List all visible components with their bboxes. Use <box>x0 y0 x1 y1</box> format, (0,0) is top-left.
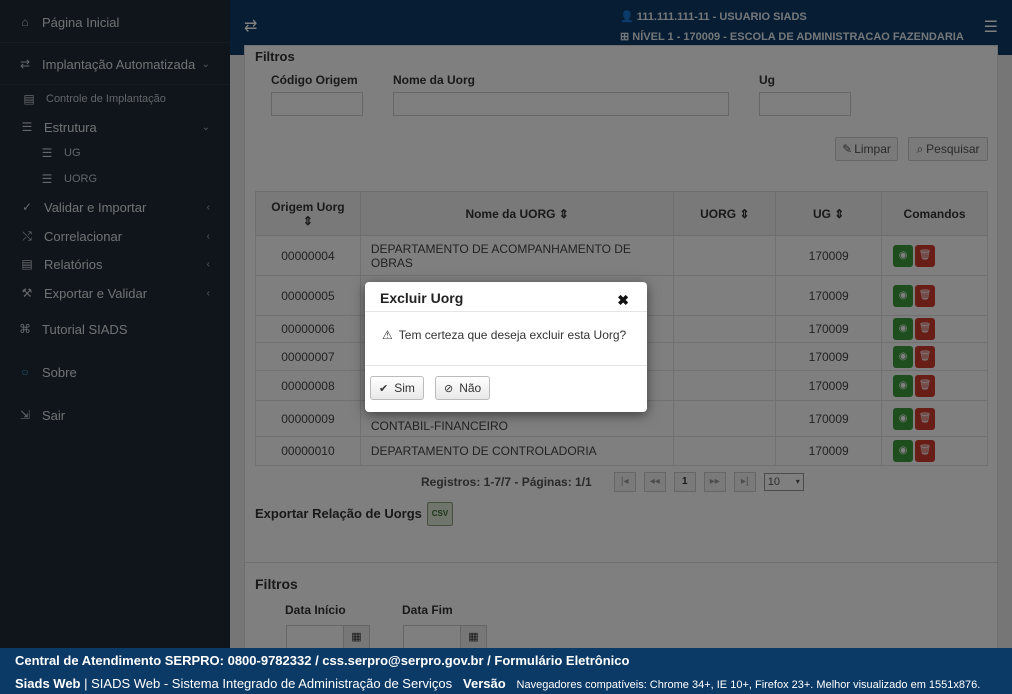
nao-button[interactable]: ⊘ Não <box>435 376 491 400</box>
footer-versao[interactable]: Versão <box>463 676 506 691</box>
ban-icon: ⊘ <box>444 382 454 395</box>
divider <box>365 311 647 312</box>
warning-icon: ⚠ <box>382 328 393 342</box>
footer-info: Siads Web | SIADS Web - Sistema Integrad… <box>15 676 980 691</box>
excluir-uorg-dialog: Excluir Uorg ✖ ⚠ Tem certeza que deseja … <box>365 282 647 412</box>
footer-browsers: Navegadores compatíveis: Chrome 34+, IE … <box>516 679 981 691</box>
footer: Central de Atendimento SERPRO: 0800-9782… <box>0 648 1012 694</box>
dialog-body: ⚠ Tem certeza que deseja excluir esta Uo… <box>382 328 626 342</box>
dialog-title: Excluir Uorg <box>380 290 464 306</box>
footer-brand: Siads Web <box>15 676 81 691</box>
sim-button[interactable]: ✔ Sim <box>370 376 424 400</box>
sim-label: Sim <box>394 381 415 395</box>
dialog-message: Tem certeza que deseja excluir esta Uorg… <box>398 328 627 342</box>
footer-contact: Central de Atendimento SERPRO: 0800-9782… <box>15 653 630 668</box>
check-icon: ✔ <box>379 382 389 395</box>
divider <box>365 365 647 366</box>
nao-label: Não <box>459 381 482 395</box>
footer-system: | SIADS Web - Sistema Integrado de Admin… <box>80 676 453 691</box>
close-icon[interactable]: ✖ <box>617 292 629 309</box>
